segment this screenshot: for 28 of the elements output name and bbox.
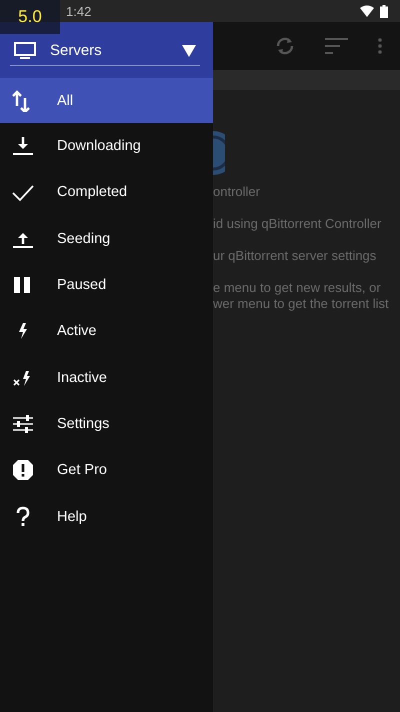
battery-icon <box>380 4 388 18</box>
info-text: ontroller <box>213 184 261 200</box>
version-badge: 5.0 <box>0 0 60 34</box>
sort-icon[interactable] <box>325 37 349 55</box>
info-text: e menu to get new results, or wer menu to get the torrent list <box>213 280 390 312</box>
drawer-item[interactable]: Downloading <box>0 123 213 170</box>
monitor-icon <box>14 42 36 60</box>
info-text: id using qBittorrent Controller <box>213 216 382 232</box>
settings-icon <box>12 412 34 435</box>
drawer-item[interactable]: Paused <box>0 262 213 308</box>
more-icon[interactable] <box>377 38 383 54</box>
alert-icon <box>12 459 34 482</box>
info-text: ur qBittorrent server settings <box>213 248 378 264</box>
download-icon <box>12 135 34 158</box>
logo-icon <box>213 131 225 175</box>
drawer-item[interactable]: Settings <box>0 400 213 448</box>
drawer-item[interactable]: Seeding <box>0 216 213 262</box>
dropdown-arrow-icon <box>182 44 196 56</box>
drawer-item[interactable]: Help <box>0 493 213 540</box>
wifi-icon <box>360 5 374 17</box>
drawer-item[interactable]: Active <box>0 308 213 354</box>
drawer-item[interactable]: All <box>0 78 213 123</box>
drawer-item[interactable]: Get Pro <box>0 447 213 494</box>
lightning-icon <box>18 323 28 340</box>
status-time: 1:42 <box>66 4 92 18</box>
server-dropdown[interactable]: Servers <box>10 36 200 66</box>
drawer-item[interactable]: Completed <box>0 169 213 216</box>
drawer-item[interactable]: Inactive <box>0 354 213 401</box>
